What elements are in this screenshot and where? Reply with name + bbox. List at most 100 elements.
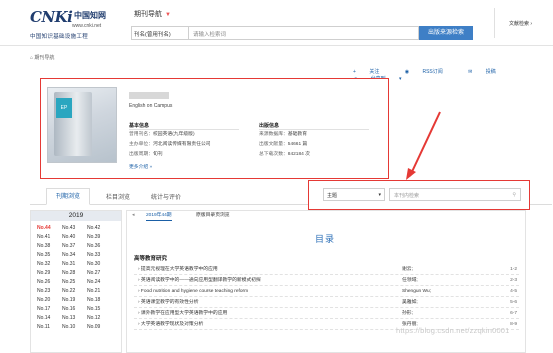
issue-row: No.20 No.19 No.18 bbox=[37, 296, 119, 305]
issue-link[interactable]: No.10 bbox=[62, 323, 87, 332]
issue-link[interactable]: No.36 bbox=[87, 242, 112, 251]
article-pages: 2-3 bbox=[510, 278, 517, 283]
literature-search-link[interactable]: 文献检索 › bbox=[509, 20, 532, 27]
cnki-logo[interactable]: CNKi 中国知网 www.cnki.net 中国知识基础设施工程 bbox=[30, 8, 114, 40]
article-title-link[interactable]: › Food nutrition and hygiene course teac… bbox=[138, 286, 248, 297]
issue-link[interactable]: No.21 bbox=[87, 287, 112, 296]
article-pages: 1-2 bbox=[510, 267, 517, 272]
article-author[interactable]: 谢云; bbox=[402, 264, 413, 275]
article-title-link[interactable]: › 课外教学在应用型大学英语教学中的应用 bbox=[138, 308, 227, 319]
article-author[interactable]: 吴雅如; bbox=[402, 297, 418, 308]
logo-cn: 中国知网 bbox=[74, 11, 106, 20]
article-title-link[interactable]: › 英语阅读教学中的——通向应用型翻译教学的新模式初探 bbox=[138, 275, 261, 286]
article-author[interactable]: 孙形; bbox=[402, 308, 413, 319]
issue-link[interactable]: No.30 bbox=[87, 260, 112, 269]
issue-link[interactable]: No.19 bbox=[62, 296, 87, 305]
issue-link[interactable]: No.41 bbox=[37, 233, 62, 242]
issue-link[interactable]: No.25 bbox=[62, 278, 87, 287]
follow-button[interactable]: + 关注 bbox=[353, 69, 391, 75]
tab-statistics[interactable]: 统计与评价 bbox=[151, 192, 181, 201]
tab-original-toc[interactable]: 原版目录页浏览 bbox=[196, 211, 230, 221]
issue-link[interactable]: No.24 bbox=[87, 278, 112, 287]
issue-link[interactable]: No.18 bbox=[87, 296, 112, 305]
issue-link[interactable]: No.34 bbox=[62, 251, 87, 260]
issue-link[interactable]: No.40 bbox=[62, 233, 87, 242]
issue-link[interactable]: No.37 bbox=[62, 242, 87, 251]
tab-current-issue[interactable]: 2019年44期 bbox=[146, 211, 172, 221]
issue-link[interactable]: No.20 bbox=[37, 296, 62, 305]
article-title-link[interactable]: › 英语课堂教学的有效性分析 bbox=[138, 297, 199, 308]
issue-row: No.14 No.13 No.12 bbox=[37, 314, 119, 323]
basic-info-list: 曾用刊名：校园英语(九年级版) 主办单位：河北阅读传媒有限责任公司 出版周期：旬… bbox=[129, 130, 211, 160]
issue-link[interactable]: No.33 bbox=[87, 251, 112, 260]
issue-link[interactable]: No.14 bbox=[37, 314, 62, 323]
annotation-arrow bbox=[406, 111, 441, 180]
more-intro-link[interactable]: 更多介绍 » bbox=[129, 163, 152, 170]
issue-link[interactable]: No.11 bbox=[37, 323, 62, 332]
caret-left-icon[interactable]: ◂ bbox=[132, 211, 134, 221]
article-title-link[interactable]: › 提高元视理在大学英语教学中的应用 bbox=[138, 264, 218, 275]
article-pages: 4-5 bbox=[510, 289, 517, 294]
issue-link[interactable]: No.44 bbox=[37, 224, 62, 233]
publish-info-list: 来源数据库：基础教育 出版文献量：54661 篇 总下载次数：842184 次 bbox=[259, 130, 310, 160]
issue-link[interactable]: No.23 bbox=[37, 287, 62, 296]
issue-link[interactable]: No.39 bbox=[87, 233, 112, 242]
search-input[interactable]: 请输入检索词 bbox=[189, 26, 419, 40]
rss-icon: ◉ bbox=[404, 69, 410, 75]
issue-link[interactable]: No.22 bbox=[62, 287, 87, 296]
issue-link[interactable]: No.29 bbox=[37, 269, 62, 278]
in-journal-search-input[interactable]: 本刊内检索 ⚲ bbox=[389, 188, 521, 201]
filter-field-select[interactable]: 主题 ▾ bbox=[323, 188, 385, 201]
tab-column-browse[interactable]: 栏目浏览 bbox=[106, 192, 130, 201]
search-icon[interactable]: ⚲ bbox=[512, 192, 516, 198]
issue-link[interactable]: No.09 bbox=[87, 323, 112, 332]
article-list: › 提高元视理在大学英语教学中的应用 谢云; 1-2 › 英语阅读教学中的——通向应用… bbox=[134, 264, 519, 330]
article-row: › 课外教学在应用型大学英语教学中的应用 孙形; 6-7 bbox=[134, 308, 519, 319]
issue-link[interactable]: No.42 bbox=[87, 224, 112, 233]
issue-link[interactable]: No.13 bbox=[62, 314, 87, 323]
rss-button[interactable]: ◉ RSS订阅 bbox=[405, 69, 455, 75]
search-field-select[interactable]: 刊名(曾用刊名) bbox=[131, 26, 189, 40]
search-button[interactable]: 出版来源检索 bbox=[419, 26, 473, 40]
issue-link[interactable]: No.35 bbox=[37, 251, 62, 260]
info-row: 曾用刊名：校园英语(九年级版) bbox=[129, 132, 195, 137]
journal-nav-menu[interactable]: 期刊导航 ▼ bbox=[134, 9, 171, 19]
issue-link[interactable]: No.27 bbox=[87, 269, 112, 278]
breadcrumb-item[interactable]: 期刊导航 bbox=[34, 55, 54, 61]
issue-link[interactable]: No.17 bbox=[37, 305, 62, 314]
issue-link[interactable]: No.16 bbox=[62, 305, 87, 314]
journal-cover-image: EP bbox=[47, 87, 117, 163]
issue-row: No.32 No.31 No.30 bbox=[37, 260, 119, 269]
issue-link[interactable]: No.32 bbox=[37, 260, 62, 269]
breadcrumb: ⌂ 期刊导航 bbox=[30, 54, 54, 61]
issue-link[interactable]: No.12 bbox=[87, 314, 112, 323]
year-header[interactable]: 2019 bbox=[31, 211, 121, 221]
info-row: 出版周期：旬刊 bbox=[129, 152, 163, 157]
basic-info-heading: 基本信息 bbox=[129, 123, 150, 129]
issue-link[interactable]: No.31 bbox=[62, 260, 87, 269]
issue-link[interactable]: No.15 bbox=[87, 305, 112, 314]
tab-issue-browse[interactable]: 刊期浏览 bbox=[46, 188, 90, 205]
cover-badge: EP bbox=[56, 98, 72, 118]
article-row: › Food nutrition and hygiene course teac… bbox=[134, 286, 519, 297]
info-row: 总下载次数：842184 次 bbox=[259, 152, 310, 157]
issue-row: No.11 No.10 No.09 bbox=[37, 323, 119, 332]
issue-row: No.35 No.34 No.33 bbox=[37, 251, 119, 260]
article-title-link[interactable]: › 大学英语教学现状及对策分析 bbox=[138, 319, 203, 330]
article-row: › 英语课堂教学的有效性分析 吴雅如; 5-6 bbox=[134, 297, 519, 308]
header-divider bbox=[494, 8, 495, 38]
issue-link[interactable]: No.43 bbox=[62, 224, 87, 233]
article-author[interactable]: 任领域; bbox=[402, 275, 418, 286]
submit-button[interactable]: ✉ 投稿 bbox=[468, 69, 508, 75]
article-row: › 英语阅读教学中的——通向应用型翻译教学的新模式初探 任领域; 2-3 bbox=[134, 275, 519, 286]
issue-row: No.38 No.37 No.36 bbox=[37, 242, 119, 251]
issue-link[interactable]: No.26 bbox=[37, 278, 62, 287]
logo-tagline: 中国知识基础设施工程 bbox=[30, 34, 89, 40]
issue-row: No.41 No.40 No.39 bbox=[37, 233, 119, 242]
home-icon: ⌂ bbox=[30, 55, 34, 61]
article-author[interactable]: Shengun Wu; bbox=[402, 286, 431, 297]
issue-link[interactable]: No.28 bbox=[62, 269, 87, 278]
issue-link[interactable]: No.38 bbox=[37, 242, 62, 251]
logo-mark: CNKi bbox=[30, 8, 73, 26]
chevron-right-icon: › bbox=[530, 21, 533, 27]
